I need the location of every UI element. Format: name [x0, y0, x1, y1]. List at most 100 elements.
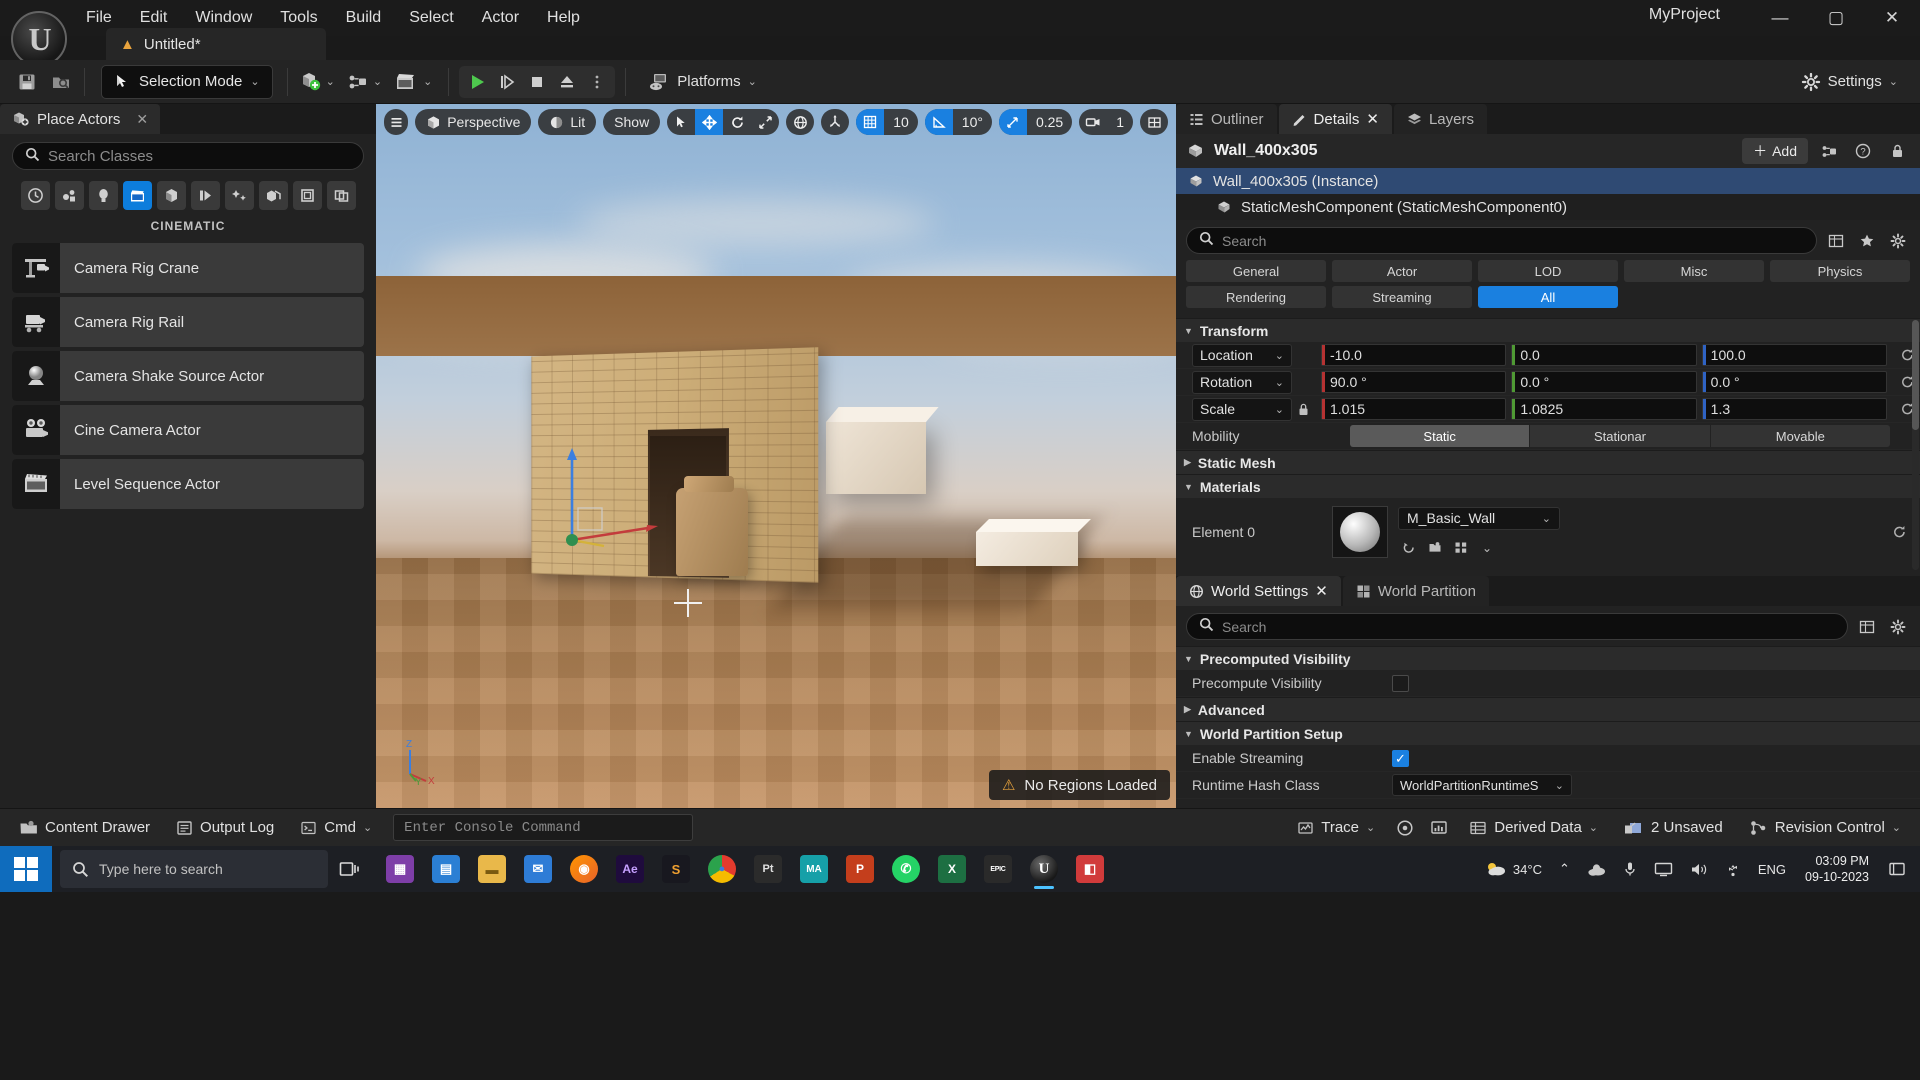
taskbar-clock[interactable]: 03:09 PM 09-10-2023	[1797, 853, 1877, 885]
pt-run-icon[interactable]: Pt	[746, 848, 790, 890]
file-explorer-icon[interactable]: ▬	[470, 848, 514, 890]
visual-effects-icon[interactable]	[190, 181, 220, 210]
show-dropdown[interactable]: Show	[603, 109, 661, 135]
output-log-button[interactable]: Output Log	[165, 814, 285, 842]
section-transform[interactable]: ▼ Transform	[1176, 318, 1920, 342]
filter-lod[interactable]: LOD	[1478, 260, 1618, 282]
grid-snap-value[interactable]: 10	[884, 109, 918, 135]
more-options-icon[interactable]	[582, 68, 612, 96]
more-icon[interactable]: ⌄	[1476, 538, 1498, 558]
volumes-icon[interactable]	[258, 181, 288, 210]
blueprints-button[interactable]: ⌄	[341, 66, 388, 98]
maya-icon[interactable]: MA	[792, 848, 836, 890]
scale-y-field[interactable]: 1.0825	[1511, 398, 1697, 420]
filter-streaming[interactable]: Streaming	[1332, 286, 1472, 308]
windows-start-icon[interactable]	[0, 846, 52, 892]
filter-rendering[interactable]: Rendering	[1186, 286, 1326, 308]
browse-content-icon[interactable]	[44, 66, 78, 98]
tab-details[interactable]: Details ✕	[1278, 104, 1392, 134]
microphone-icon[interactable]	[1617, 848, 1643, 890]
viewport-box-small[interactable]	[976, 532, 1078, 566]
filter-actor[interactable]: Actor	[1332, 260, 1472, 282]
viewport-menu-icon[interactable]	[384, 109, 409, 135]
section-world-partition-setup[interactable]: ▼ World Partition Setup	[1176, 721, 1920, 745]
mobility-stationary[interactable]: Stationar	[1530, 425, 1711, 447]
list-item[interactable]: Camera Shake Source Actor	[12, 351, 364, 401]
favorites-star-icon[interactable]	[1855, 229, 1879, 253]
filter-general[interactable]: General	[1186, 260, 1326, 282]
section-advanced[interactable]: ▶ Advanced	[1176, 697, 1920, 721]
scale-snap-value[interactable]: 0.25	[1027, 109, 1072, 135]
scale-lock-icon[interactable]	[1292, 402, 1314, 417]
section-precomputed-visibility[interactable]: ▼ Precomputed Visibility	[1176, 646, 1920, 670]
list-item[interactable]: Camera Rig Crane	[12, 243, 364, 293]
list-item[interactable]: Level Sequence Actor	[12, 459, 364, 509]
microsoft-store-icon[interactable]: ▤	[424, 848, 468, 890]
details-scrollbar[interactable]	[1912, 320, 1919, 570]
edit-icon[interactable]	[1450, 538, 1472, 558]
whatsapp-icon[interactable]: ✆	[884, 848, 928, 890]
camera-speed-value[interactable]: 1	[1107, 109, 1133, 135]
viewport-layout-icon[interactable]	[1140, 109, 1168, 135]
material-select[interactable]: M_Basic_Wall ⌄	[1398, 506, 1560, 530]
eject-icon[interactable]	[552, 68, 582, 96]
settings-gear-icon[interactable]	[1886, 229, 1910, 253]
unreal-engine-icon[interactable]: U	[1022, 848, 1066, 890]
move-tool-icon[interactable]	[695, 109, 724, 135]
material-reset-icon[interactable]	[1886, 525, 1912, 539]
blueprint-icon[interactable]	[1816, 138, 1842, 164]
list-item[interactable]: Camera Rig Rail	[12, 297, 364, 347]
select-tool-icon[interactable]	[667, 109, 695, 135]
search-classes-box[interactable]	[12, 142, 364, 170]
firefox-icon[interactable]: ◉	[562, 848, 606, 890]
mobility-static[interactable]: Static	[1350, 425, 1531, 447]
tab-layers[interactable]: Layers	[1393, 104, 1487, 134]
performance-icon[interactable]	[1424, 814, 1454, 842]
lights-icon[interactable]	[88, 181, 118, 210]
angle-snap-value[interactable]: 10°	[953, 109, 992, 135]
content-drawer-button[interactable]: Content Drawer	[8, 814, 161, 842]
recently-placed-icon[interactable]	[20, 181, 50, 210]
help-icon[interactable]: ?	[1850, 138, 1876, 164]
add-actor-button[interactable]: ⌄	[294, 66, 341, 98]
use-selected-icon[interactable]	[1424, 538, 1446, 558]
location-y-field[interactable]: 0.0	[1511, 344, 1697, 366]
location-dropdown[interactable]: Location ⌄	[1192, 343, 1292, 367]
list-item[interactable]: Cine Camera Actor	[12, 405, 364, 455]
cmd-button[interactable]: Cmd ⌄	[289, 814, 383, 842]
surface-snap-icon[interactable]	[821, 109, 850, 135]
play-icon[interactable]	[462, 68, 492, 96]
section-static-mesh[interactable]: ▶ Static Mesh	[1176, 450, 1920, 474]
volume-icon[interactable]	[1684, 848, 1714, 890]
cinematics-button[interactable]: ⌄	[388, 66, 438, 98]
lit-dropdown[interactable]: Lit	[538, 109, 597, 135]
usb-icon[interactable]	[1719, 848, 1747, 890]
unreal-insights-icon[interactable]	[1390, 814, 1420, 842]
filter-misc[interactable]: Misc	[1624, 260, 1764, 282]
chrome-icon[interactable]: ●	[700, 848, 744, 890]
search-classes-input[interactable]	[48, 147, 351, 165]
location-z-field[interactable]: 100.0	[1701, 344, 1887, 366]
rotate-tool-icon[interactable]	[723, 109, 751, 135]
table-row[interactable]: StaticMeshComponent (StaticMeshComponent…	[1176, 194, 1920, 220]
app-red-icon[interactable]: ◧	[1068, 848, 1112, 890]
mobility-movable[interactable]: Movable	[1710, 425, 1890, 447]
language-indicator[interactable]: ENG	[1752, 848, 1792, 890]
save-icon[interactable]	[10, 66, 44, 98]
rotation-x-field[interactable]: 90.0 °	[1321, 371, 1507, 393]
tab-place-actors[interactable]: Place Actors ✕	[0, 104, 161, 134]
basic-shapes-icon[interactable]	[54, 181, 84, 210]
taskbar-search[interactable]: Type here to search	[60, 850, 328, 888]
mail-icon[interactable]: ✉	[516, 848, 560, 890]
filter-physics[interactable]: Physics	[1770, 260, 1910, 282]
rotation-z-field[interactable]: 0.0 °	[1701, 371, 1887, 393]
column-view-icon[interactable]	[1824, 229, 1848, 253]
close-icon[interactable]: ✕	[1315, 582, 1328, 600]
lock-icon[interactable]	[1884, 138, 1910, 164]
settings-button[interactable]: Settings ⌄	[1791, 66, 1908, 98]
unsaved-changes-button[interactable]: 2 Unsaved	[1613, 814, 1734, 842]
close-icon[interactable]: ✕	[1366, 110, 1379, 128]
settings-gear-icon[interactable]	[1886, 615, 1910, 639]
scale-x-field[interactable]: 1.015	[1321, 398, 1507, 420]
tab-world-settings[interactable]: World Settings ✕	[1176, 576, 1341, 606]
